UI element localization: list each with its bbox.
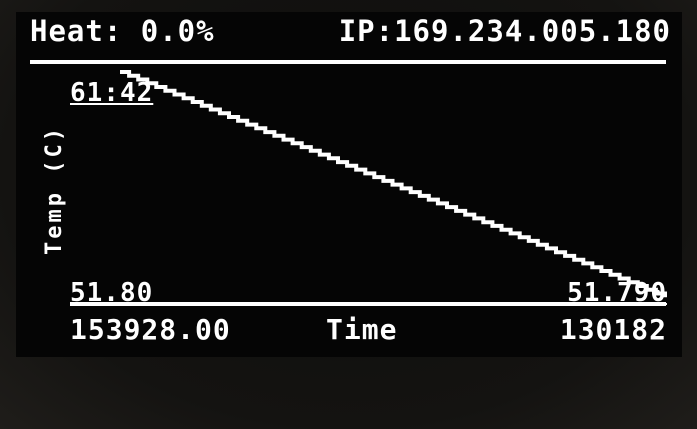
x-start-label: 153928.00 [70, 313, 231, 346]
x-axis-line [70, 302, 666, 306]
temperature-trace [120, 70, 667, 298]
temperature-plot [120, 70, 667, 298]
x-axis-label: Time [326, 313, 398, 346]
y-max-label: 61:42 [70, 78, 154, 108]
x-end-label: 130182 [559, 313, 667, 346]
